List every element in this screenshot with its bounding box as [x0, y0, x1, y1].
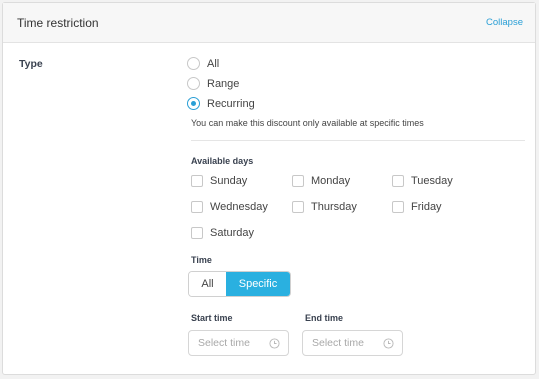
time-mode-specific-button[interactable]: Specific — [226, 272, 290, 296]
day-label: Sunday — [210, 175, 248, 187]
type-option-recurring[interactable]: Recurring — [187, 97, 255, 110]
divider — [191, 140, 525, 141]
start-time-input[interactable]: Select time — [188, 330, 289, 356]
radio-button[interactable] — [187, 57, 200, 70]
start-time-placeholder: Select time — [198, 337, 250, 349]
end-time-label: End time — [305, 313, 344, 323]
time-mode-toggle: All Specific — [188, 271, 291, 297]
day-label: Friday — [411, 201, 442, 213]
clock-icon — [269, 338, 280, 349]
radio-button-selected[interactable] — [187, 97, 200, 110]
day-checkbox-friday[interactable]: Friday — [392, 201, 442, 213]
checkbox[interactable] — [191, 201, 203, 213]
day-checkbox-thursday[interactable]: Thursday — [292, 201, 357, 213]
checkbox[interactable] — [392, 175, 404, 187]
checkbox[interactable] — [292, 175, 304, 187]
type-label: Type — [19, 58, 43, 70]
clock-icon — [383, 338, 394, 349]
radio-label: All — [207, 57, 220, 70]
card-title: Time restriction — [17, 16, 99, 30]
day-label: Wednesday — [210, 201, 268, 213]
checkbox[interactable] — [292, 201, 304, 213]
checkbox[interactable] — [392, 201, 404, 213]
day-checkbox-sunday[interactable]: Sunday — [191, 175, 247, 187]
day-label: Thursday — [311, 201, 357, 213]
start-time-label: Start time — [191, 313, 233, 323]
day-label: Tuesday — [411, 175, 453, 187]
end-time-input[interactable]: Select time — [302, 330, 403, 356]
day-label: Monday — [311, 175, 351, 187]
day-checkbox-tuesday[interactable]: Tuesday — [392, 175, 453, 187]
type-option-range[interactable]: Range — [187, 77, 239, 90]
day-checkbox-saturday[interactable]: Saturday — [191, 227, 254, 239]
time-mode-all-button[interactable]: All — [189, 272, 226, 296]
day-checkbox-wednesday[interactable]: Wednesday — [191, 201, 268, 213]
day-label: Saturday — [210, 227, 255, 239]
radio-button[interactable] — [187, 77, 200, 90]
checkbox[interactable] — [191, 175, 203, 187]
available-days-label: Available days — [191, 156, 254, 166]
recurring-hint: You can make this discount only availabl… — [191, 118, 424, 128]
day-checkbox-monday[interactable]: Monday — [292, 175, 350, 187]
collapse-link[interactable]: Collapse — [486, 17, 523, 28]
radio-label: Range — [207, 77, 240, 90]
radio-label: Recurring — [207, 97, 255, 110]
time-restriction-card: Time restriction Collapse Type All Range… — [2, 2, 536, 375]
checkbox[interactable] — [191, 227, 203, 239]
time-label: Time — [191, 255, 212, 265]
card-header: Time restriction Collapse — [3, 3, 535, 43]
end-time-placeholder: Select time — [312, 337, 364, 349]
type-option-all[interactable]: All — [187, 57, 219, 70]
